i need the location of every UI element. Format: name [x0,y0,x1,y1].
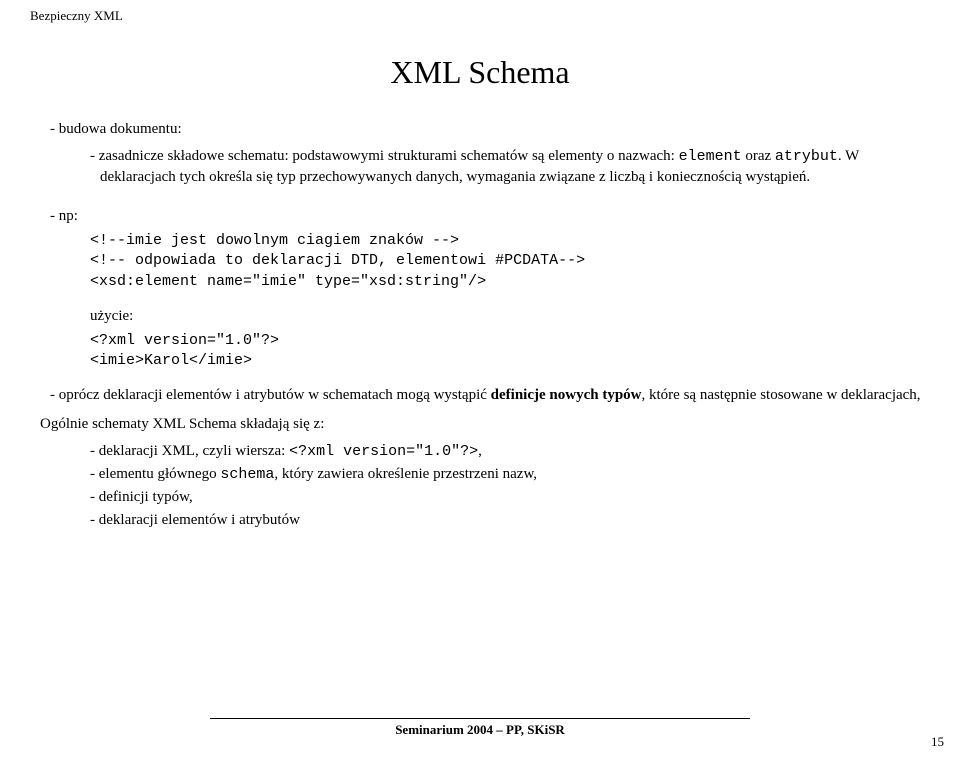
text: - zasadnicze składowe schematu: podstawo… [90,148,679,164]
header-label: Bezpieczny XML [30,8,930,24]
text: - deklaracji XML, czyli wiersza: [90,443,289,459]
list-item: - deklaracji XML, czyli wiersza: <?xml v… [90,441,930,462]
content-body: - budowa dokumentu: - zasadnicze składow… [30,119,930,531]
page-number: 15 [931,734,944,750]
bold-text: definicje nowych typów [491,387,642,403]
inline-code: element [679,148,742,165]
list-item: - definicji typów, [90,487,930,508]
list-item: - elementu głównego schema, który zawier… [90,464,930,485]
bullet-item: - zasadnicze składowe schematu: podstawo… [90,146,930,188]
paragraph: Ogólnie schematy XML Schema składają się… [40,414,930,435]
text: - elementu głównego [90,466,220,482]
inline-code: atrybut [775,148,838,165]
list-item: - deklaracji elementów i atrybutów [90,510,930,531]
text: , który zawiera określenie przestrzeni n… [274,466,537,482]
usage-label: użycie: [90,306,930,327]
section-heading: - budowa dokumentu: [50,119,930,140]
example-label: - np: [50,206,930,227]
inline-code: schema [220,466,274,483]
code-block: <?xml version="1.0"?> <imie>Karol</imie> [90,331,930,372]
text: - oprócz deklaracji elementów i atrybutó… [50,387,491,403]
footer-text: Seminarium 2004 – PP, SKiSR [210,718,750,738]
text: , które są następnie stosowane w deklara… [642,387,921,403]
page-title: XML Schema [30,54,930,91]
text: , [478,443,482,459]
bullet-item: - oprócz deklaracji elementów i atrybutó… [50,385,930,406]
code-block: <!--imie jest dowolnym ciagiem znaków --… [90,231,930,292]
inline-code: <?xml version="1.0"?> [289,443,478,460]
text: oraz [742,148,775,164]
